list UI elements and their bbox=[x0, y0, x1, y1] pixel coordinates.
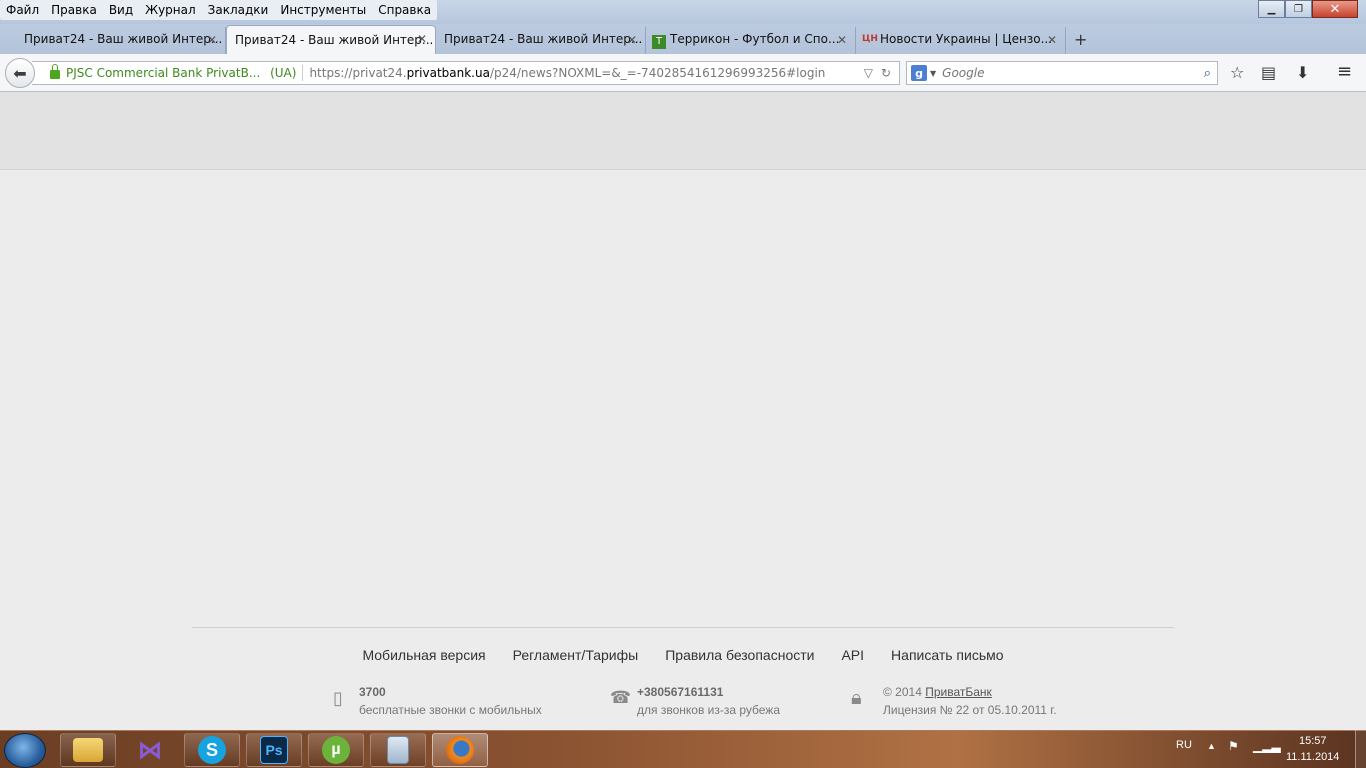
close-tab-icon[interactable]: ✕ bbox=[207, 33, 217, 47]
maximize-button[interactable]: ❐ bbox=[1285, 0, 1312, 18]
menu-view[interactable]: Вид bbox=[109, 3, 133, 20]
skype-icon: S bbox=[198, 736, 226, 764]
bookmark-star-icon[interactable]: ☆ bbox=[1230, 63, 1244, 82]
visual-studio-icon: ⋈ bbox=[138, 736, 162, 764]
tab-label: Новости Украины | Цензо... bbox=[880, 32, 1053, 46]
main-menu: Файл Правка Вид Журнал Закладки Инструме… bbox=[0, 0, 438, 20]
menu-history[interactable]: Журнал bbox=[145, 3, 196, 20]
back-arrow-icon: ⬅ bbox=[13, 63, 27, 83]
close-tab-icon[interactable]: ✕ bbox=[627, 33, 637, 47]
telephone-icon: ☎ bbox=[610, 688, 632, 708]
clock-time[interactable]: 15:57 bbox=[1299, 735, 1327, 747]
windows-taskbar: ⋈ S Ps µ bbox=[0, 730, 1366, 768]
tab-bar: Приват24 - Ваш живой Интер... ✕ Приват24… bbox=[0, 24, 1366, 54]
menu-bookmarks[interactable]: Закладки bbox=[208, 3, 269, 20]
start-button[interactable] bbox=[4, 733, 46, 768]
privatbank-link[interactable]: ПриватБанк bbox=[925, 685, 992, 699]
tab-label: Приват24 - Ваш живой Интер... bbox=[235, 33, 434, 47]
link-mobile-version[interactable]: Мобильная версия bbox=[362, 647, 485, 663]
tab-privat24-3[interactable]: Приват24 - Ваш живой Интер... ✕ bbox=[436, 27, 646, 54]
tab-privat24-1[interactable]: Приват24 - Ваш живой Интер... ✕ bbox=[0, 27, 226, 54]
footer-links: Мобильная версия Регламент/Тарифы Правил… bbox=[0, 647, 1366, 663]
tab-label: Приват24 - Ваш живой Интер... bbox=[24, 32, 223, 46]
footer-copyright: © 2014 ПриватБанк Лицензия № 22 от 05.10… bbox=[883, 685, 1057, 717]
firefox-icon bbox=[446, 736, 474, 764]
close-tab-icon[interactable]: ✕ bbox=[837, 33, 847, 47]
taskbar-visual-studio[interactable]: ⋈ bbox=[122, 733, 178, 767]
calculator-icon bbox=[387, 736, 409, 764]
page-content bbox=[0, 170, 1366, 730]
tab-label: Приват24 - Ваш живой Интер... bbox=[444, 32, 643, 46]
bookmarks-list-icon[interactable]: ▤ bbox=[1261, 63, 1276, 82]
search-icon[interactable]: ⌕ bbox=[1204, 66, 1211, 81]
new-tab-icon[interactable]: + bbox=[1074, 30, 1087, 49]
url-text[interactable]: https://privat24.privatbank.ua/p24/news?… bbox=[309, 66, 863, 80]
menu-tools[interactable]: Инструменты bbox=[280, 3, 366, 20]
window-controls: ▁ ❐ ✕ bbox=[1258, 0, 1358, 18]
lock-icon bbox=[50, 63, 60, 79]
back-button[interactable]: ⬅ bbox=[5, 58, 35, 88]
google-icon[interactable]: g bbox=[911, 65, 927, 81]
footer-divider bbox=[192, 627, 1174, 628]
chevron-down-icon[interactable]: ▼ bbox=[930, 69, 936, 78]
padlock-icon: 🔒︎ bbox=[851, 685, 862, 709]
footer-phone-short: 3700 бесплатные звонки с мобильных bbox=[359, 685, 542, 717]
navigation-bar: PJSC Commercial Bank PrivatB... (UA) htt… bbox=[0, 54, 1366, 92]
tab-privat24-2[interactable]: Приват24 - Ваш живой Интер... ✕ bbox=[226, 25, 436, 54]
hamburger-menu-icon[interactable]: ≡ bbox=[1337, 61, 1352, 82]
close-tab-icon[interactable]: ✕ bbox=[417, 32, 427, 46]
link-write-letter[interactable]: Написать письмо bbox=[891, 647, 1003, 663]
tab-censor[interactable]: ЦН Новости Украины | Цензо... ✕ bbox=[856, 27, 1066, 54]
photoshop-icon: Ps bbox=[260, 736, 288, 764]
download-icon[interactable]: ⬇ bbox=[1296, 63, 1309, 82]
tab-terrikon[interactable]: T Террикон - Футбол и Спо... ✕ bbox=[646, 27, 856, 54]
close-window-button[interactable]: ✕ bbox=[1312, 0, 1358, 18]
reload-icon[interactable]: ↻ bbox=[881, 66, 891, 80]
folder-icon bbox=[73, 738, 103, 762]
menu-file[interactable]: Файл bbox=[6, 3, 39, 20]
page-header-band bbox=[0, 92, 1366, 170]
clock-date[interactable]: 11.11.2014 bbox=[1286, 751, 1339, 763]
taskbar-skype[interactable]: S bbox=[184, 733, 240, 767]
history-dropdown-icon[interactable]: ▽ bbox=[864, 66, 873, 80]
minimize-button[interactable]: ▁ bbox=[1258, 0, 1285, 18]
taskbar-utorrent[interactable]: µ bbox=[308, 733, 364, 767]
taskbar-firefox[interactable] bbox=[432, 733, 488, 767]
search-input[interactable] bbox=[942, 66, 1204, 80]
mobile-phone-icon: ▯ bbox=[333, 688, 343, 709]
taskbar-calculator[interactable] bbox=[370, 733, 426, 767]
censor-icon: ЦН bbox=[862, 34, 878, 44]
taskbar-photoshop[interactable]: Ps bbox=[246, 733, 302, 767]
url-separator bbox=[302, 65, 304, 81]
link-security-rules[interactable]: Правила безопасности bbox=[665, 647, 814, 663]
search-bar[interactable]: g ▼ ⌕ bbox=[906, 61, 1218, 85]
show-desktop-button[interactable] bbox=[1355, 730, 1366, 768]
menu-help[interactable]: Справка bbox=[378, 3, 431, 20]
url-bar[interactable]: PJSC Commercial Bank PrivatB... (UA) htt… bbox=[32, 61, 900, 85]
menu-bar: Файл Правка Вид Журнал Закладки Инструме… bbox=[0, 0, 1366, 24]
network-signal-icon[interactable]: ▁▂▃ bbox=[1253, 739, 1281, 753]
close-tab-icon[interactable]: ✕ bbox=[1047, 33, 1057, 47]
terrikon-icon: T bbox=[652, 35, 666, 49]
site-identity[interactable]: PJSC Commercial Bank PrivatB... (UA) bbox=[66, 66, 296, 80]
menu-edit[interactable]: Правка bbox=[51, 3, 97, 20]
link-tariffs[interactable]: Регламент/Тарифы bbox=[513, 647, 639, 663]
taskbar-explorer[interactable] bbox=[60, 733, 116, 767]
link-api[interactable]: API bbox=[841, 647, 864, 663]
footer-phone-intl: +380567161131 для звонков из-за рубежа bbox=[637, 685, 781, 717]
tab-label: Террикон - Футбол и Спо... bbox=[670, 32, 840, 46]
show-hidden-icons-icon[interactable]: ▲ bbox=[1207, 741, 1216, 751]
utorrent-icon: µ bbox=[322, 736, 350, 764]
language-indicator[interactable]: RU bbox=[1176, 739, 1192, 751]
action-center-flag-icon[interactable]: ⚑ bbox=[1228, 739, 1239, 753]
